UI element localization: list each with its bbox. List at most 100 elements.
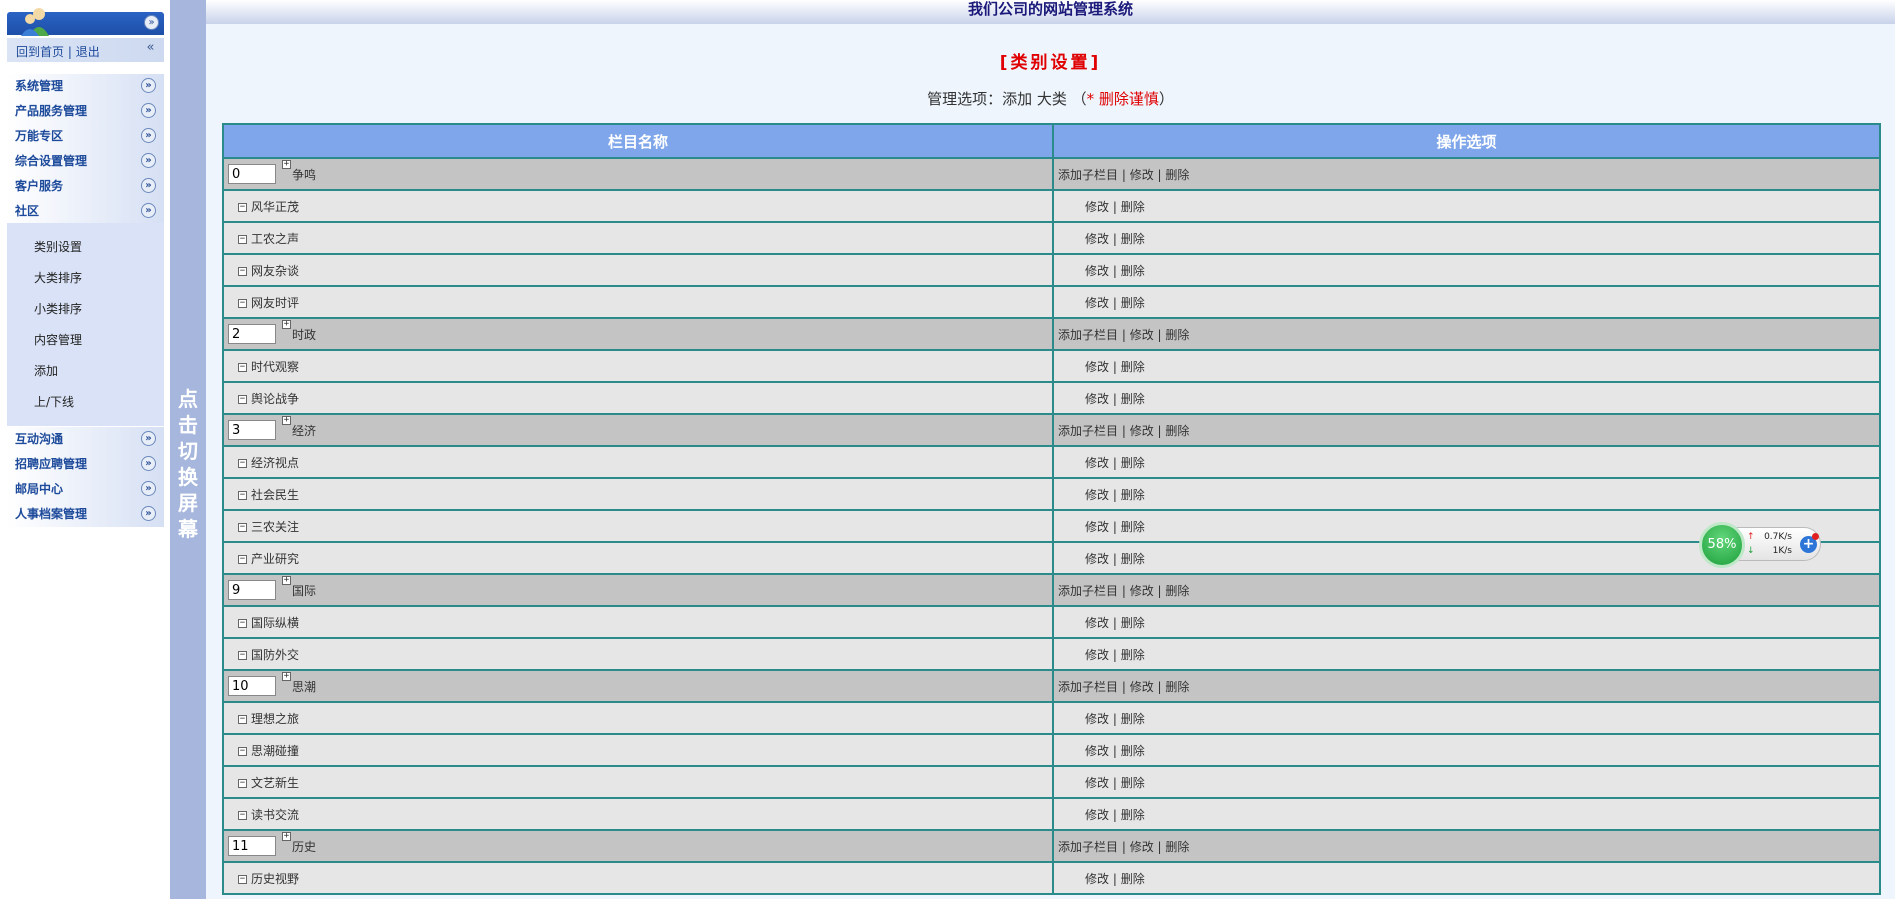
expand-plus-icon[interactable]: +	[282, 160, 291, 169]
expand-plus-icon[interactable]: +	[282, 320, 291, 329]
sort-order-input[interactable]	[228, 324, 276, 344]
sort-order-input[interactable]	[228, 164, 276, 184]
edit-link[interactable]: 修改	[1085, 520, 1109, 534]
sort-order-input[interactable]	[228, 676, 276, 696]
delete-link[interactable]: 删除	[1121, 648, 1145, 662]
delete-link[interactable]: 删除	[1121, 616, 1145, 630]
edit-link[interactable]: 修改	[1085, 296, 1109, 310]
edit-link[interactable]: 修改	[1085, 744, 1109, 758]
edit-link[interactable]: 修改	[1085, 200, 1109, 214]
network-speed-widget[interactable]: 58% ↑ 0.7K/s ↓ 1K/s +	[1699, 522, 1823, 568]
submenu-item-online-offline[interactable]: 上/下线	[7, 387, 164, 418]
expand-plus-icon[interactable]: +	[282, 832, 291, 841]
delete-link[interactable]: 删除	[1165, 424, 1189, 438]
sort-order-input[interactable]	[228, 580, 276, 600]
delete-link[interactable]: 删除	[1121, 520, 1145, 534]
edit-link[interactable]: 修改	[1130, 328, 1154, 342]
edit-link[interactable]: 修改	[1085, 360, 1109, 374]
sidebar-item-products[interactable]: 产品服务管理»	[7, 99, 164, 124]
major-category-cell: +时政	[222, 317, 1054, 351]
sort-order-input[interactable]	[228, 836, 276, 856]
expand-plus-icon[interactable]: +	[282, 672, 291, 681]
op-separator: |	[1118, 583, 1130, 598]
delete-link[interactable]: 删除	[1165, 840, 1189, 854]
op-separator: |	[1153, 839, 1166, 854]
sidebar-item-interaction[interactable]: 互动沟通»	[7, 427, 164, 452]
delete-link[interactable]: 删除	[1121, 200, 1145, 214]
delete-link[interactable]: 删除	[1121, 360, 1145, 374]
memory-usage-gauge[interactable]: 58%	[1699, 522, 1745, 568]
delete-link[interactable]: 删除	[1121, 392, 1145, 406]
edit-link[interactable]: 修改	[1085, 264, 1109, 278]
edit-link[interactable]: 修改	[1085, 616, 1109, 630]
delete-link[interactable]: 删除	[1121, 872, 1145, 886]
add-child-link[interactable]: 添加子栏目	[1058, 840, 1118, 854]
add-child-link[interactable]: 添加子栏目	[1058, 680, 1118, 694]
op-separator: |	[1109, 871, 1121, 886]
minor-ops-cell: 修改 | 删除	[1052, 285, 1881, 319]
edit-link[interactable]: 修改	[1085, 552, 1109, 566]
expand-plus-icon[interactable]: +	[282, 576, 291, 585]
sidebar-item-mail[interactable]: 邮局中心»	[7, 477, 164, 502]
submenu-item-add[interactable]: 添加	[7, 356, 164, 387]
edit-link[interactable]: 修改	[1130, 424, 1154, 438]
major-category-name: 历史	[292, 839, 317, 854]
collapse-all-icon[interactable]: »	[144, 15, 159, 30]
delete-link[interactable]: 删除	[1165, 680, 1189, 694]
submenu-item-content[interactable]: 内容管理	[7, 325, 164, 356]
edit-link[interactable]: 修改	[1085, 808, 1109, 822]
submenu-item-major-sort[interactable]: 大类排序	[7, 263, 164, 294]
add-child-link[interactable]: 添加子栏目	[1058, 328, 1118, 342]
edit-link[interactable]: 修改	[1085, 776, 1109, 790]
add-child-link[interactable]: 添加子栏目	[1058, 584, 1118, 598]
edit-link[interactable]: 修改	[1085, 456, 1109, 470]
delete-link[interactable]: 删除	[1121, 232, 1145, 246]
home-link[interactable]: 回到首页	[16, 45, 64, 59]
sidebar-item-hr-records[interactable]: 人事档案管理»	[7, 502, 164, 527]
switch-screen-bar[interactable]: 点击切换屏幕	[170, 0, 206, 899]
sidebar-item-system[interactable]: 系统管理»	[7, 74, 164, 99]
add-child-link[interactable]: 添加子栏目	[1058, 424, 1118, 438]
column-header-ops: 操作选项	[1052, 123, 1881, 159]
edit-link[interactable]: 修改	[1130, 840, 1154, 854]
delete-link[interactable]: 删除	[1121, 456, 1145, 470]
submenu-item-minor-sort[interactable]: 小类排序	[7, 294, 164, 325]
edit-link[interactable]: 修改	[1130, 584, 1154, 598]
minor-category-name: 历史视野	[251, 871, 300, 886]
users-logo-icon	[21, 8, 49, 36]
delete-link[interactable]: 删除	[1121, 552, 1145, 566]
sidebar-item-settings[interactable]: 综合设置管理»	[7, 149, 164, 174]
sidebar-item-recruitment[interactable]: 招聘应聘管理»	[7, 452, 164, 477]
submenu-item-category-settings[interactable]: 类别设置	[7, 232, 164, 263]
delete-link[interactable]: 删除	[1121, 712, 1145, 726]
edit-link[interactable]: 修改	[1130, 680, 1154, 694]
delete-link[interactable]: 删除	[1121, 264, 1145, 278]
delete-link[interactable]: 删除	[1165, 168, 1189, 182]
expand-plus-icon[interactable]: +	[282, 416, 291, 425]
delete-link[interactable]: 删除	[1121, 296, 1145, 310]
delete-link[interactable]: 删除	[1121, 744, 1145, 758]
sidebar-item-customer-service[interactable]: 客户服务»	[7, 174, 164, 199]
edit-link[interactable]: 修改	[1085, 648, 1109, 662]
delete-link[interactable]: 删除	[1121, 808, 1145, 822]
logout-link[interactable]: 退出	[76, 45, 100, 59]
add-child-link[interactable]: 添加子栏目	[1058, 168, 1118, 182]
delete-link[interactable]: 删除	[1165, 328, 1189, 342]
edit-link[interactable]: 修改	[1085, 392, 1109, 406]
edit-link[interactable]: 修改	[1130, 168, 1154, 182]
delete-link[interactable]: 删除	[1121, 488, 1145, 502]
edit-link[interactable]: 修改	[1085, 488, 1109, 502]
sidebar-item-community[interactable]: 社区»	[7, 199, 164, 224]
minor-category-name: 网友时评	[251, 295, 300, 310]
collapse-minus-icon: −	[238, 777, 247, 788]
sort-order-input[interactable]	[228, 420, 276, 440]
edit-link[interactable]: 修改	[1085, 872, 1109, 886]
sidebar-item-universal[interactable]: 万能专区»	[7, 124, 164, 149]
delete-link[interactable]: 删除	[1121, 776, 1145, 790]
major-category-cell: +历史	[222, 829, 1054, 863]
delete-link[interactable]: 删除	[1165, 584, 1189, 598]
edit-link[interactable]: 修改	[1085, 712, 1109, 726]
hide-sidebar-icon[interactable]: «	[143, 41, 158, 56]
op-separator: |	[1109, 615, 1121, 630]
edit-link[interactable]: 修改	[1085, 232, 1109, 246]
